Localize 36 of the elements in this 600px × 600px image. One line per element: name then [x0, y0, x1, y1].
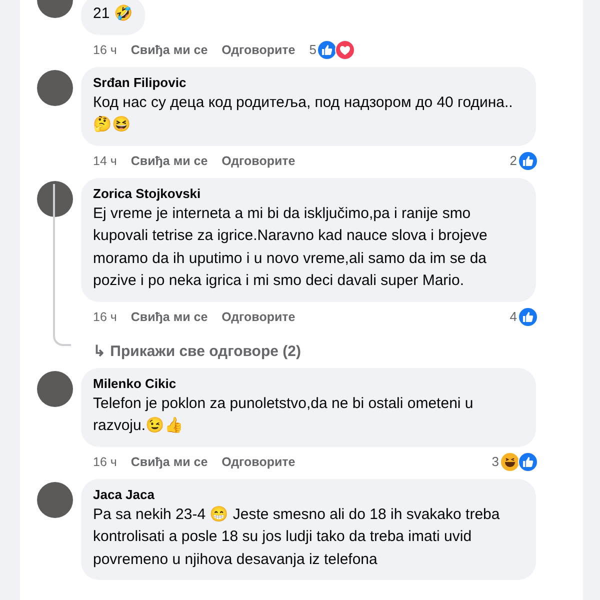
author-name[interactable]: Zorica Stojkovski	[93, 184, 524, 202]
comment-text: Pa sa nekih 23-4 😁 Jeste smesno ali do 18 ih svakako treba kontrolisati a posle 18 su jos ludji tako da treba imati uvid povremeno u njihova desavanja iz telefona	[93, 504, 501, 570]
author-name[interactable]: Srđan Filipovic	[93, 74, 524, 92]
reply-link[interactable]: Одговорите	[222, 454, 296, 468]
reaction-count[interactable]: 4	[510, 309, 517, 324]
author-name[interactable]: Milenko Cikic	[93, 374, 524, 392]
comment-text: Код нас су деца код родитеља, под надзором до 40 година..🤔😆	[93, 92, 514, 135]
timestamp[interactable]: 16 ч	[93, 42, 117, 56]
avatar	[37, 370, 73, 406]
comment-text: 21 🤣	[93, 4, 133, 24]
like-reaction-icon	[518, 150, 538, 170]
like-link[interactable]: Свиђа ми се	[130, 310, 208, 324]
laughing-face-icon	[500, 452, 520, 472]
timestamp[interactable]: 14 ч	[93, 154, 117, 168]
reaction-count[interactable]: 5	[309, 42, 316, 57]
reply-link[interactable]: Одговорите	[222, 42, 296, 56]
heart-reaction-icon	[335, 40, 356, 60]
timestamp[interactable]: 16 ч	[93, 454, 117, 468]
like-reaction-icon	[518, 452, 538, 472]
avatar	[37, 180, 73, 216]
like-link[interactable]: Свиђа ми се	[130, 154, 208, 168]
comment-text: Ej vreme je interneta a mi bi da isključimo,pa i ranije smo kupovali tetrise za igrice.Naravno kad nauce slova i brojeve moramo da ih uputimo i u novo vreme,ali samo da im se da pozive i po neka igrica i mi smo deci davali super Mario.	[93, 204, 488, 291]
timestamp[interactable]: 16 ч	[93, 310, 117, 324]
show-replies-link[interactable]: ↳ Прикажи све одговоре (2)	[81, 342, 301, 360]
like-link[interactable]: Свиђа ми се	[130, 42, 208, 56]
author-name[interactable]: Jaca Jaca	[93, 486, 524, 504]
like-reaction-icon	[317, 40, 338, 60]
reaction-count[interactable]: 3	[492, 454, 499, 469]
comment-text: Telefon je poklon za punoletstvo,da ne bi ostali ometeni u razvoju.😉👍	[93, 394, 474, 436]
reaction-count[interactable]: 2	[510, 153, 517, 168]
reply-link[interactable]: Одговорите	[222, 154, 296, 168]
avatar	[37, 482, 73, 518]
avatar	[37, 70, 73, 106]
like-link[interactable]: Свиђа ми се	[130, 454, 208, 468]
like-reaction-icon	[518, 306, 538, 326]
reply-link[interactable]: Одговорите	[222, 310, 296, 324]
